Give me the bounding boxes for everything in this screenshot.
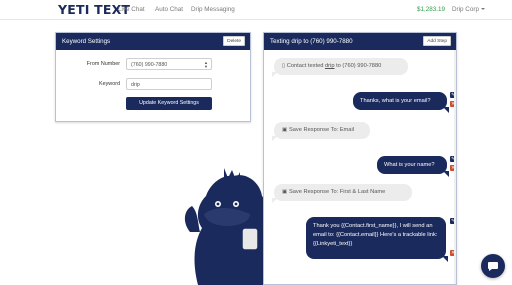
caret-down-icon xyxy=(480,8,485,11)
account-balance: $1,283.19 xyxy=(417,6,446,13)
keyword-label: Keyword xyxy=(99,81,120,87)
nav-drip-messaging[interactable]: Drip Messaging xyxy=(191,6,235,13)
panel-title: Keyword Settings xyxy=(62,38,111,45)
select-arrows-icon: ▲ ▼ xyxy=(204,60,208,69)
from-number-value: (760) 990-7880 xyxy=(131,62,168,68)
keyword-settings-panel: Keyword Settings Delete From Number (760… xyxy=(55,32,251,122)
account-name: Drip Corp xyxy=(452,6,479,13)
from-number-select[interactable]: (760) 990-7880 ▲ ▼ xyxy=(126,58,212,70)
keyword-value: drip xyxy=(131,82,140,88)
phone-icon: ▯ xyxy=(282,63,286,69)
nav-auto-chat[interactable]: Auto Chat xyxy=(155,6,183,13)
drip-panel-title: Texting drip to (760) 990-7880 xyxy=(270,38,353,45)
keyword-settings-header: Keyword Settings Delete xyxy=(56,33,250,50)
save-icon: ▣ xyxy=(282,127,288,133)
top-navbar: YETI TEXT Live Chat Auto Chat Drip Messa… xyxy=(0,0,512,20)
from-number-label: From Number xyxy=(86,61,120,67)
trigger-bubble: ▯ Contact texted drip to (760) 990-7880 xyxy=(274,58,408,75)
save-response-bubble: ▣ Save Response To: First & Last Name xyxy=(274,184,412,201)
drip-message-list[interactable]: ▯ Contact texted drip to (760) 990-7880 … xyxy=(264,50,456,284)
drip-panel-header: Texting drip to (760) 990-7880 Add Step xyxy=(264,33,456,50)
drip-message-bubble[interactable]: Thanks, what is your email? xyxy=(353,92,449,113)
delete-button[interactable]: Delete xyxy=(223,36,245,46)
drip-message-bubble[interactable]: What is your name? xyxy=(377,156,449,177)
save-response-bubble: ▣ Save Response To: Email xyxy=(274,122,370,139)
drip-panel: Texting drip to (760) 990-7880 Add Step … xyxy=(263,32,457,285)
add-step-button[interactable]: Add Step xyxy=(423,36,451,46)
account-menu[interactable]: Drip Corp xyxy=(452,6,485,13)
chat-widget-button[interactable] xyxy=(481,254,505,278)
nav-live-chat[interactable]: Live Chat xyxy=(118,6,145,13)
update-keyword-settings-button[interactable]: Update Keyword Settings xyxy=(126,97,212,110)
chat-icon xyxy=(488,262,498,271)
drip-message-bubble[interactable]: Thank you {{Contact.first_name}}, I will… xyxy=(306,217,448,262)
scrollbar[interactable] xyxy=(454,50,456,284)
save-icon: ▣ xyxy=(282,189,288,195)
keyword-input[interactable]: drip xyxy=(126,78,212,90)
